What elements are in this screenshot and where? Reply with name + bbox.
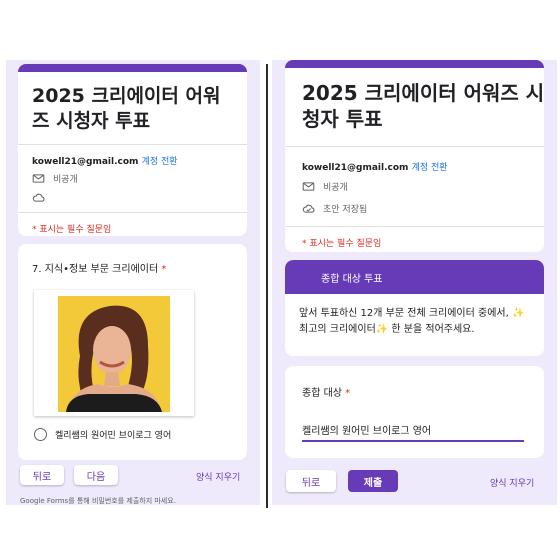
radio-button[interactable] — [34, 428, 47, 441]
clear-form-link[interactable]: 양식 지우기 — [196, 470, 240, 483]
required-note: * 표시는 필수 질문임 — [32, 225, 112, 235]
form-title: 2025 크리에이터 어워즈 시청자 투표 — [32, 85, 221, 132]
account-email: kowell21@gmail.com 계정 전환 — [32, 157, 178, 167]
option-radio-row[interactable]: 켈리쌤의 원어민 브이로그 영어 — [34, 428, 171, 441]
question-title: 종합 대상 * — [302, 388, 351, 399]
footer-note: Google Forms를 통해 비밀번호를 제출하지 마세요. — [20, 497, 176, 505]
mail-icon — [302, 182, 315, 191]
clear-form-link[interactable]: 양식 지우기 — [490, 476, 534, 489]
portrait-image — [58, 296, 170, 412]
divider — [285, 146, 544, 147]
left-form-panel: 2025 크리에이터 어워즈 시청자 투표 kowell21@gmail.com… — [6, 60, 260, 505]
cloud-icon — [32, 193, 45, 202]
mail-icon — [32, 174, 45, 183]
divider — [18, 144, 247, 145]
cloud-done-icon — [302, 204, 315, 213]
question-card: 7. 지식•정보 부문 크리에이터 * 켈리쌤의 원어민 브이로그 영어 — [18, 244, 247, 460]
back-button[interactable]: 뒤로 — [286, 470, 336, 492]
not-shared-row: 비공개 — [32, 172, 78, 185]
cloud-status-row — [32, 191, 45, 204]
back-button[interactable]: 뒤로 — [20, 465, 64, 485]
section-description: 앞서 투표하신 12개 부문 전체 크리에이터 중에서, ✨ 최고의 크리에이터… — [299, 308, 525, 335]
draft-saved-row: 초안 저장됨 — [302, 202, 367, 215]
option-image-frame — [34, 290, 194, 416]
form-header-card: 2025 크리에이터 어워즈 시청자 투표 kowell21@gmail.com… — [285, 60, 544, 252]
answer-input[interactable]: 켈리쌤의 원어민 브이로그 영어 — [302, 422, 524, 442]
submit-button[interactable]: 제출 — [348, 470, 398, 492]
switch-account-link[interactable]: 계정 전환 — [142, 157, 178, 167]
switch-account-link[interactable]: 계정 전환 — [412, 163, 448, 173]
section-title: 종합 대상 투표 — [285, 260, 544, 294]
section-card: 종합 대상 투표 앞서 투표하신 12개 부문 전체 크리에이터 중에서, ✨ … — [285, 260, 544, 356]
creator-photo — [58, 296, 170, 412]
next-button[interactable]: 다음 — [74, 465, 118, 485]
question-card: 종합 대상 * 켈리쌤의 원어민 브이로그 영어 — [285, 366, 544, 458]
divider — [285, 226, 544, 227]
account-email: kowell21@gmail.com 계정 전환 — [302, 163, 448, 173]
not-shared-row: 비공개 — [302, 180, 348, 193]
form-title: 2025 크리에이터 어워즈 시청자 투표 — [302, 81, 545, 131]
panel-divider — [266, 64, 268, 508]
divider — [18, 212, 247, 213]
form-header-card: 2025 크리에이터 어워즈 시청자 투표 kowell21@gmail.com… — [18, 64, 247, 236]
right-form-panel: 2025 크리에이터 어워즈 시청자 투표 kowell21@gmail.com… — [272, 60, 557, 505]
required-note: * 표시는 필수 질문임 — [302, 239, 382, 249]
question-title: 7. 지식•정보 부문 크리에이터 * — [32, 264, 167, 275]
